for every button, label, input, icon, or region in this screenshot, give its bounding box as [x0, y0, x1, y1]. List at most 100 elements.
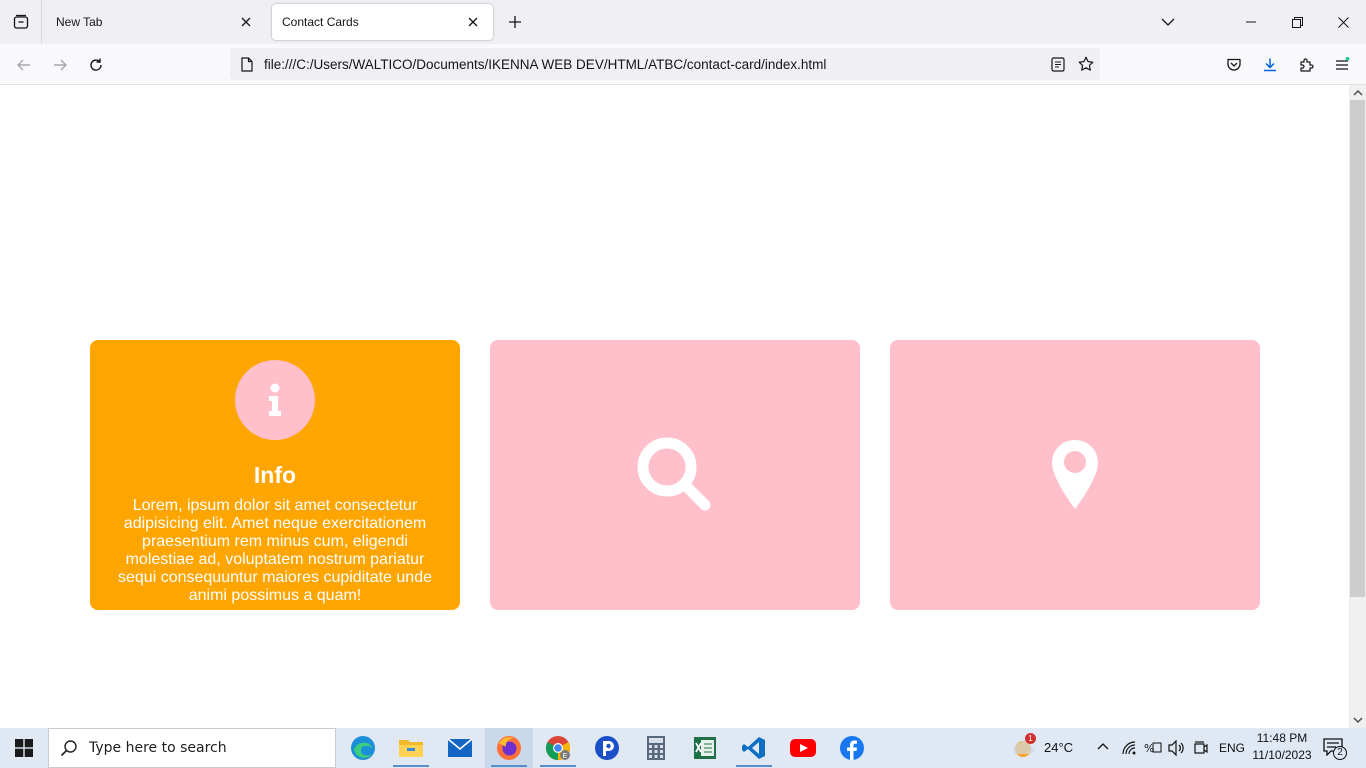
- forward-arrow-icon: [54, 59, 67, 71]
- search-icon: [49, 739, 89, 757]
- svg-text:E: E: [563, 753, 568, 760]
- taskbar-app-pockets[interactable]: [583, 728, 631, 768]
- search-card: [490, 340, 860, 610]
- clock-date: 11/10/2023: [1252, 748, 1312, 762]
- back-arrow-icon: [17, 59, 30, 71]
- navigation-toolbar: file:///C:/Users/WALTICO/Documents/IKENN…: [0, 44, 1366, 85]
- restore-button[interactable]: [1274, 0, 1320, 44]
- app-menu-button[interactable]: [1327, 50, 1357, 80]
- calculator-icon: [647, 736, 665, 760]
- tab-title: Contact Cards: [282, 15, 359, 29]
- taskbar-app-chrome[interactable]: E: [534, 728, 582, 768]
- scrollbar-thumb[interactable]: [1350, 100, 1365, 597]
- notification-center-button[interactable]: 2: [1323, 738, 1347, 760]
- youtube-icon: [790, 739, 816, 757]
- back-button[interactable]: [9, 50, 39, 80]
- scroll-down-button[interactable]: [1349, 712, 1366, 728]
- pocket-icon: [1227, 58, 1241, 71]
- pockets-icon: [595, 736, 619, 760]
- page-icon: [230, 56, 264, 72]
- tab-new-tab[interactable]: New Tab: [46, 4, 266, 40]
- minimize-button[interactable]: [1228, 0, 1274, 44]
- start-button[interactable]: [0, 728, 48, 768]
- info-icon-circle: [235, 360, 315, 440]
- taskbar-search-box[interactable]: Type here to search: [48, 728, 336, 768]
- close-tab-icon[interactable]: [236, 12, 256, 32]
- download-icon: [1264, 58, 1276, 72]
- card-title: Info: [253, 462, 297, 488]
- star-icon: [1078, 56, 1094, 71]
- downloads-button[interactable]: [1255, 50, 1285, 80]
- tab-contact-cards[interactable]: Contact Cards: [272, 4, 493, 40]
- reload-button[interactable]: [81, 50, 111, 80]
- search-icon: [637, 437, 711, 511]
- chevron-up-icon: [1352, 90, 1363, 96]
- chrome-icon: E: [545, 736, 571, 760]
- close-window-button[interactable]: [1320, 0, 1366, 44]
- input-indicator-icon[interactable]: %: [1144, 740, 1162, 761]
- taskbar-app-edge[interactable]: [339, 728, 387, 768]
- taskbar-app-excel[interactable]: [681, 728, 729, 768]
- taskbar-app-youtube[interactable]: [779, 728, 827, 768]
- windows-logo-icon: [15, 739, 33, 757]
- notification-count: 2: [1333, 746, 1347, 760]
- taskbar-app-file-explorer[interactable]: [387, 728, 435, 768]
- puzzle-piece-icon: [1300, 58, 1314, 72]
- show-hidden-icons-button[interactable]: [1096, 740, 1110, 759]
- new-tab-button[interactable]: [503, 10, 527, 34]
- forward-button[interactable]: [45, 50, 75, 80]
- info-card: Info Lorem, ipsum dolor sit amet consect…: [90, 340, 460, 610]
- chevron-down-icon: [1161, 18, 1175, 26]
- volume-icon[interactable]: [1168, 739, 1186, 761]
- hamburger-menu-icon: [1336, 57, 1350, 70]
- clock-time: 11:48 PM: [1256, 731, 1308, 745]
- firefox-icon: [497, 736, 521, 760]
- facebook-icon: [840, 736, 864, 760]
- close-icon: [1337, 16, 1349, 28]
- chevron-up-icon: [1097, 743, 1109, 750]
- windows-taskbar: Type here to search E 1 24°C % ENG 11:48…: [0, 728, 1366, 768]
- minimize-icon: [1246, 21, 1256, 23]
- mail-icon: [447, 738, 473, 757]
- tab-title: New Tab: [56, 15, 103, 29]
- card-description: Lorem, ipsum dolor sit amet consectetur …: [118, 497, 432, 604]
- language-indicator[interactable]: ENG: [1219, 741, 1245, 755]
- taskbar-app-firefox[interactable]: [485, 728, 533, 768]
- bookmark-button[interactable]: [1072, 50, 1100, 78]
- list-all-tabs-button[interactable]: [1156, 10, 1180, 34]
- location-pin-icon: [1052, 440, 1098, 509]
- scroll-up-button[interactable]: [1349, 85, 1366, 101]
- reader-view-icon: [1051, 56, 1065, 72]
- taskbar-app-mail[interactable]: [436, 728, 484, 768]
- weather-widget[interactable]: 1: [1010, 733, 1040, 762]
- location-card: [890, 340, 1260, 610]
- close-tab-icon[interactable]: [463, 12, 483, 32]
- firefox-view-button[interactable]: [0, 0, 42, 44]
- restore-icon: [1291, 16, 1303, 28]
- clock[interactable]: 11:48 PM 11/10/2023: [1250, 731, 1314, 762]
- file-explorer-icon: [399, 740, 423, 757]
- reload-icon: [90, 58, 102, 71]
- firefox-view-icon: [13, 14, 28, 29]
- pocket-button[interactable]: [1219, 50, 1249, 80]
- taskbar-app-vscode[interactable]: [730, 728, 778, 768]
- chevron-down-icon: [1352, 717, 1363, 723]
- taskbar-app-calculator[interactable]: [632, 728, 680, 768]
- taskbar-app-facebook[interactable]: [828, 728, 876, 768]
- info-icon: [269, 383, 281, 416]
- tab-strip: New Tab Contact Cards: [0, 0, 1366, 44]
- vscode-icon: [742, 737, 765, 759]
- url-text[interactable]: file:///C:/Users/WALTICO/Documents/IKENN…: [264, 57, 1044, 72]
- address-bar[interactable]: file:///C:/Users/WALTICO/Documents/IKENN…: [230, 48, 1100, 80]
- weather-badge: 1: [1025, 733, 1036, 744]
- edge-icon: [351, 736, 375, 760]
- weather-temperature: 24°C: [1044, 740, 1074, 755]
- plus-icon: [509, 16, 521, 28]
- excel-icon: [694, 737, 716, 759]
- reader-view-button[interactable]: [1044, 50, 1072, 78]
- page-content: Info Lorem, ipsum dolor sit amet consect…: [0, 85, 1349, 728]
- search-placeholder: Type here to search: [89, 740, 227, 756]
- network-icon[interactable]: [1121, 740, 1137, 761]
- extensions-button[interactable]: [1291, 50, 1321, 80]
- meet-now-icon[interactable]: [1193, 740, 1209, 761]
